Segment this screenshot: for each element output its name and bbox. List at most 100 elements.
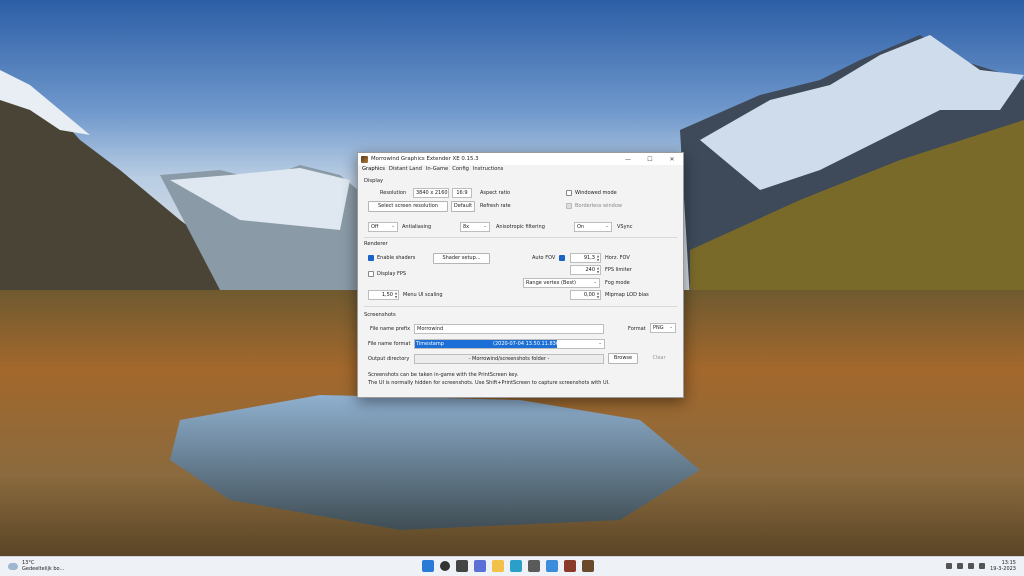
resolution-label: Resolution	[380, 190, 407, 196]
shader-setup-button[interactable]: Shader setup...	[433, 253, 490, 264]
weather-text: 13°C Gedeeltelijk bo...	[22, 560, 64, 572]
chevron-up-icon[interactable]	[946, 563, 953, 569]
renderer-heading: Renderer	[364, 241, 388, 247]
system-tray: 13:15 19-3-2023	[946, 560, 1016, 572]
taskbar: 13°C Gedeeltelijk bo... 13:15 19-3-2023	[0, 556, 1024, 576]
clear-button[interactable]: Clear	[646, 353, 672, 364]
file-explorer-icon[interactable]	[492, 560, 504, 572]
anisotropic-select[interactable]: 8x ⌄	[460, 222, 490, 232]
spinner-arrows-icon[interactable]: ▲ ▼	[596, 291, 600, 299]
window-controls: — ☐ ✕	[617, 153, 683, 165]
tab-graphics[interactable]: Graphics	[360, 165, 387, 174]
weather-desc: Gedeeltelijk bo...	[22, 566, 65, 572]
anisotropic-label: Anisotropic filtering	[496, 224, 545, 230]
auto-fov-checkbox[interactable]	[559, 255, 565, 261]
mipmap-lod-value: 0,00	[583, 292, 595, 298]
aspect-label: Aspect ratio	[480, 190, 511, 196]
settings-icon[interactable]	[528, 560, 540, 572]
app-icon[interactable]	[564, 560, 576, 572]
browse-button[interactable]: Browse	[608, 353, 638, 364]
fps-limiter-value: 240	[585, 267, 595, 273]
wifi-icon[interactable]	[957, 563, 964, 569]
info-line-1: Screenshots can be taken in-game with th…	[368, 372, 519, 378]
antialiasing-value: Off	[371, 224, 379, 230]
tab-instructions[interactable]: Instructions	[471, 165, 505, 174]
mge-window: Morrowind Graphics Extender XE 0.15.3 — …	[357, 152, 684, 398]
title-bar[interactable]: Morrowind Graphics Extender XE 0.15.3 — …	[358, 153, 683, 165]
mipmap-lod-spinner[interactable]: 0,00 ▲ ▼	[570, 290, 601, 300]
spinner-arrows-icon[interactable]: ▲ ▼	[596, 254, 600, 262]
mge-taskbar-icon[interactable]	[582, 560, 594, 572]
fog-mode-select[interactable]: Range vertex (Best) ⌄	[523, 278, 600, 288]
spinner-arrows-icon[interactable]: ▲ ▼	[394, 291, 398, 299]
weather-widget[interactable]: 13°C Gedeeltelijk bo...	[8, 560, 64, 572]
mipmap-lod-label: Mipmap LOD bias	[605, 292, 649, 298]
display-fps-checkbox[interactable]	[368, 271, 374, 277]
display-heading: Display	[364, 178, 384, 184]
spinner-arrows-icon[interactable]: ▲ ▼	[596, 266, 600, 274]
fog-mode-value: Range vertex (Best)	[526, 280, 576, 286]
clock[interactable]: 13:15 19-3-2023	[990, 560, 1016, 572]
prefix-input[interactable]: Morrowind	[414, 324, 604, 334]
chevron-down-icon: ⌄	[391, 224, 395, 229]
antialiasing-label: Antialiasing	[402, 224, 432, 230]
menu-ui-scaling-value: 1,50	[381, 292, 393, 298]
name-format-highlight: Timestamp (2020-07-04 13.50.11.836)	[415, 340, 561, 348]
resolution-value: 3840 x 2160	[413, 188, 449, 198]
maximize-icon[interactable]: ☐	[639, 153, 661, 165]
format-select[interactable]: PNG ⌄	[650, 323, 676, 333]
chevron-down-icon: ⌄	[598, 341, 602, 346]
battery-icon[interactable]	[979, 563, 986, 569]
chat-icon[interactable]	[474, 560, 486, 572]
name-format-select[interactable]: Timestamp (2020-07-04 13.50.11.836) ⌄	[414, 339, 605, 349]
close-icon[interactable]: ✕	[661, 153, 683, 165]
graphics-panel: Display Resolution 3840 x 2160 16:9 Aspe…	[358, 174, 683, 397]
output-dir-label: Output directory	[368, 356, 410, 362]
aspect-value: 16:9	[452, 188, 472, 198]
monitor-icon[interactable]	[546, 560, 558, 572]
windowed-mode-checkbox[interactable]	[566, 190, 572, 196]
name-format-label: File name format	[368, 341, 411, 347]
enable-shaders-checkbox[interactable]	[368, 255, 374, 261]
refresh-rate-label: Refresh rate	[480, 203, 511, 209]
display-fps-label: Display FPS	[377, 271, 407, 277]
search-icon[interactable]	[440, 561, 450, 571]
windows-start-icon[interactable]	[422, 560, 434, 572]
tab-bar: Graphics Distant Land In-Game Config Ins…	[358, 165, 683, 174]
speaker-icon[interactable]	[968, 563, 975, 569]
format-value: PNG	[653, 325, 664, 331]
chevron-down-icon: ⌄	[483, 224, 487, 229]
antialiasing-select[interactable]: Off ⌄	[368, 222, 398, 232]
prefix-label: File name prefix	[370, 326, 411, 332]
screenshots-heading: Screenshots	[364, 312, 396, 318]
horz-fov-value: 91,3	[583, 255, 595, 261]
fps-limiter-label: FPS limiter	[605, 267, 632, 273]
select-resolution-button[interactable]: Select screen resolution	[368, 201, 448, 212]
chevron-down-icon: ⌄	[593, 280, 597, 285]
fps-limiter-spinner[interactable]: 240 ▲ ▼	[570, 265, 601, 275]
divider	[364, 237, 677, 238]
enable-shaders-label: Enable shaders	[377, 255, 416, 261]
menu-ui-scaling-label: Menu UI scaling	[403, 292, 443, 298]
output-dir-field: - Morrowind/screenshots folder -	[414, 354, 604, 364]
borderless-window-label: Borderless window	[575, 203, 622, 209]
horz-fov-spinner[interactable]: 91,3 ▲ ▼	[570, 253, 601, 263]
taskbar-apps	[422, 560, 594, 572]
tab-distant-land[interactable]: Distant Land	[387, 165, 424, 174]
edge-icon[interactable]	[510, 560, 522, 572]
format-label: Format	[628, 326, 646, 332]
vsync-label: VSync	[617, 224, 633, 230]
window-title: Morrowind Graphics Extender XE 0.15.3	[371, 156, 479, 162]
default-refresh-button[interactable]: Default	[451, 201, 475, 212]
menu-ui-scaling-spinner[interactable]: 1,50 ▲ ▼	[368, 290, 399, 300]
tab-in-game[interactable]: In-Game	[424, 165, 450, 174]
tab-config[interactable]: Config	[450, 165, 471, 174]
vsync-select[interactable]: On ⌄	[574, 222, 612, 232]
task-view-icon[interactable]	[456, 560, 468, 572]
cloud-icon	[8, 562, 18, 570]
horz-fov-label: Horz. FOV	[605, 255, 630, 261]
vsync-value: On	[577, 224, 585, 230]
minimize-icon[interactable]: —	[617, 153, 639, 165]
borderless-window-checkbox[interactable]	[566, 203, 572, 209]
chevron-down-icon: ⌄	[669, 325, 673, 330]
